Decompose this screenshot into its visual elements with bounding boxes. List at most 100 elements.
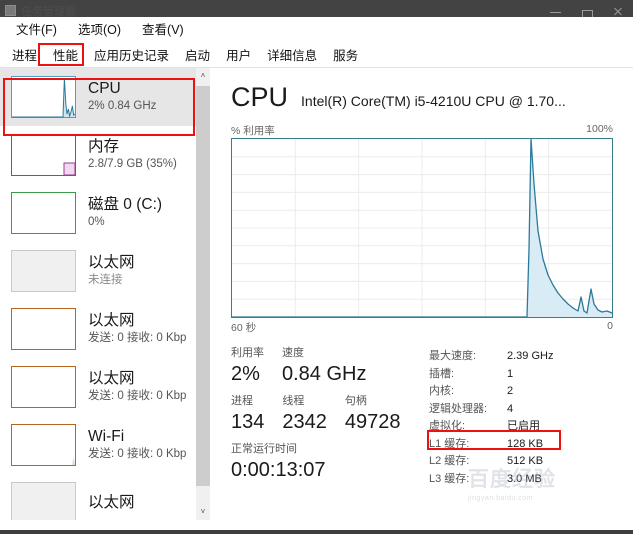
taskmanager-icon <box>5 4 16 16</box>
scroll-down-glyph: ˅ <box>200 507 206 516</box>
tab-processes[interactable]: 进程 <box>4 42 45 67</box>
sidebar-item-disk[interactable]: 磁盘 0 (C:) 0% <box>0 184 210 242</box>
spec-key-virtualization: 虚拟化: <box>429 420 466 432</box>
sidebar-item-disk-title: 磁盘 0 (C:) <box>88 196 163 213</box>
memory-thumbnail-graph <box>11 134 76 176</box>
cpu-thumbnail-graph <box>11 76 76 118</box>
sidebar-item-ethernet-4[interactable]: 以太网 <box>0 474 210 520</box>
sidebar-item-ethernet-1-title: 以太网 <box>88 254 135 271</box>
disk-thumbnail-graph <box>11 192 76 234</box>
sidebar-scrollbar-thumb[interactable] <box>196 86 210 486</box>
sidebar-item-ethernet-1-sub: 未连接 <box>88 274 123 286</box>
spec-key-l2-cache: L2 缓存: <box>429 455 470 467</box>
menu-view[interactable]: 查看(V) <box>133 17 193 40</box>
maximize-button[interactable] <box>571 0 602 18</box>
resource-sidebar[interactable]: CPU 2% 0.84 GHz 内存 2.8/7.9 GB (35%) 磁盘 0… <box>0 68 210 520</box>
sidebar-item-memory[interactable]: 内存 2.8/7.9 GB (35%) <box>0 126 210 184</box>
graph-y-axis-label: % 利用率 <box>231 125 275 137</box>
scroll-up-glyph: ˄ <box>200 71 206 80</box>
tab-app-history[interactable]: 应用历史记录 <box>86 42 177 67</box>
stat-label-threads: 线程 <box>282 395 305 407</box>
sidebar-item-memory-sub: 2.8/7.9 GB (35%) <box>88 158 177 170</box>
ethernet-3-thumbnail-graph <box>11 366 76 408</box>
sidebar-item-cpu-title: CPU <box>88 80 121 97</box>
minimize-button[interactable] <box>540 0 571 17</box>
sidebar-item-cpu[interactable]: CPU 2% 0.84 GHz <box>0 68 210 126</box>
sidebar-item-ethernet-4-title: 以太网 <box>88 493 135 511</box>
stat-cell-speed: 速度 0.84 GHz <box>282 346 366 387</box>
sidebar-item-cpu-text: CPU 2% 0.84 GHz <box>88 80 156 114</box>
sidebar-item-ethernet-3-sub: 发送: 0 接收: 0 Kbp <box>88 390 187 402</box>
graph-x-axis-end: 0 <box>607 320 613 332</box>
sidebar-item-ethernet-1[interactable]: 以太网 未连接 <box>0 242 210 300</box>
sidebar-item-disk-text: 磁盘 0 (C:) 0% <box>88 196 162 230</box>
sidebar-item-memory-text: 内存 2.8/7.9 GB (35%) <box>88 138 177 172</box>
spec-row-l3-cache: L3 缓存: 3.0 MB <box>429 471 629 489</box>
spec-value-l2-cache: 512 KB <box>507 455 544 467</box>
graph-top-labels: % 利用率 100% <box>231 123 613 138</box>
sidebar-item-wifi[interactable]: Wi-Fi 发送: 0 接收: 0 Kbp <box>0 416 210 474</box>
spec-value-virtualization: 已启用 <box>507 420 540 432</box>
sidebar-item-wifi-text: Wi-Fi 发送: 0 接收: 0 Kbp <box>88 428 186 462</box>
sidebar-item-ethernet-3-text: 以太网 发送: 0 接收: 0 Kbp <box>88 370 186 404</box>
cpu-stats-left: 利用率 2% 速度 0.84 GHz 进程 134 线程 2342 句柄 497… <box>231 346 426 490</box>
stats-row-utilization-speed: 利用率 2% 速度 0.84 GHz <box>231 346 426 387</box>
tab-services[interactable]: 服务 <box>325 42 366 67</box>
cpu-utilization-graph <box>231 138 613 318</box>
sidebar-item-wifi-title: Wi-Fi <box>88 428 125 445</box>
scroll-up-arrow-icon[interactable]: ˄ <box>196 68 210 84</box>
tab-details[interactable]: 详细信息 <box>259 42 325 67</box>
stat-value-processes: 134 <box>231 411 265 433</box>
spec-row-cores: 内核: 2 <box>429 383 629 401</box>
graph-bottom-labels: 60 秒 0 <box>231 320 613 335</box>
sidebar-item-ethernet-2-sub: 发送: 0 接收: 0 Kbp <box>88 332 187 344</box>
stat-cell-threads: 线程 2342 <box>282 394 327 435</box>
sidebar-item-ethernet-2-text: 以太网 发送: 0 接收: 0 Kbp <box>88 312 186 346</box>
spec-row-virtualization: 虚拟化: 已启用 <box>429 418 629 436</box>
sidebar-item-ethernet-3-title: 以太网 <box>88 370 135 387</box>
tab-users[interactable]: 用户 <box>218 42 259 67</box>
spec-value-l1-cache: 128 KB <box>507 437 544 450</box>
tab-startup[interactable]: 启动 <box>177 42 218 67</box>
spec-key-cores: 内核: <box>429 385 455 397</box>
ethernet-1-thumbnail-graph <box>11 250 76 292</box>
stat-value-threads: 2342 <box>282 411 327 433</box>
scroll-down-arrow-icon[interactable]: ˅ <box>196 504 210 520</box>
bottom-edge <box>0 530 633 534</box>
tab-performance[interactable]: 性能 <box>45 42 86 67</box>
stat-cell-handles: 句柄 49728 <box>345 394 401 435</box>
stat-value-uptime: 0:00:13:07 <box>231 459 326 481</box>
spec-row-max-speed: 最大速度: 2.39 GHz <box>429 348 629 366</box>
spec-key-max-speed: 最大速度: <box>429 350 477 362</box>
stat-label-processes: 进程 <box>231 395 253 407</box>
spec-row-l1-cache: L1 缓存: 128 KB <box>429 436 629 454</box>
ethernet-4-thumbnail-graph <box>11 482 76 520</box>
menu-options[interactable]: 选项(O) <box>69 17 130 40</box>
stat-value-utilization: 2% <box>231 363 260 385</box>
stat-label-speed: 速度 <box>282 347 304 359</box>
sidebar-item-ethernet-3[interactable]: 以太网 发送: 0 接收: 0 Kbp <box>0 358 210 416</box>
stat-label-uptime: 正常运行时间 <box>231 443 297 455</box>
stat-value-speed: 0.84 GHz <box>282 363 367 385</box>
sidebar-item-wifi-sub: 发送: 0 接收: 0 Kbp <box>88 448 187 460</box>
sidebar-item-ethernet-1-text: 以太网 未连接 <box>88 254 135 288</box>
ethernet-2-thumbnail-graph <box>11 308 76 350</box>
spec-key-l3-cache: L3 缓存: <box>429 472 470 485</box>
wifi-thumbnail-graph <box>11 424 76 466</box>
menu-file[interactable]: 文件(F) <box>7 17 66 40</box>
cpu-model-name: Intel(R) Core(TM) i5-4210U CPU @ 1.70... <box>301 93 566 109</box>
cpu-detail-panel: CPU Intel(R) Core(TM) i5-4210U CPU @ 1.7… <box>211 68 633 520</box>
sidebar-item-ethernet-2-title: 以太网 <box>88 312 135 329</box>
spec-key-l1-cache: L1 缓存: <box>429 437 470 450</box>
page-title: CPU <box>231 82 289 112</box>
window-controls <box>540 0 633 18</box>
spec-value-l3-cache: 3.0 MB <box>507 472 542 485</box>
close-button[interactable] <box>602 0 633 17</box>
graph-x-axis-start: 60 秒 <box>231 322 257 334</box>
menu-bar: 文件(F) 选项(O) 查看(V) <box>0 17 633 41</box>
task-manager-window: 任务管理器 文件(F) 选项(O) 查看(V) 进程 性能 应用历史记录 启动 … <box>0 0 633 534</box>
cpu-stats-right: 最大速度: 2.39 GHz 插槽: 1 内核: 2 逻辑处理器: 4 虚拟化:… <box>429 348 629 488</box>
graph-y-axis-max: 100% <box>586 123 613 135</box>
sidebar-item-ethernet-2[interactable]: 以太网 发送: 0 接收: 0 Kbp <box>0 300 210 358</box>
stats-row-uptime: 正常运行时间 0:00:13:07 <box>231 442 426 483</box>
